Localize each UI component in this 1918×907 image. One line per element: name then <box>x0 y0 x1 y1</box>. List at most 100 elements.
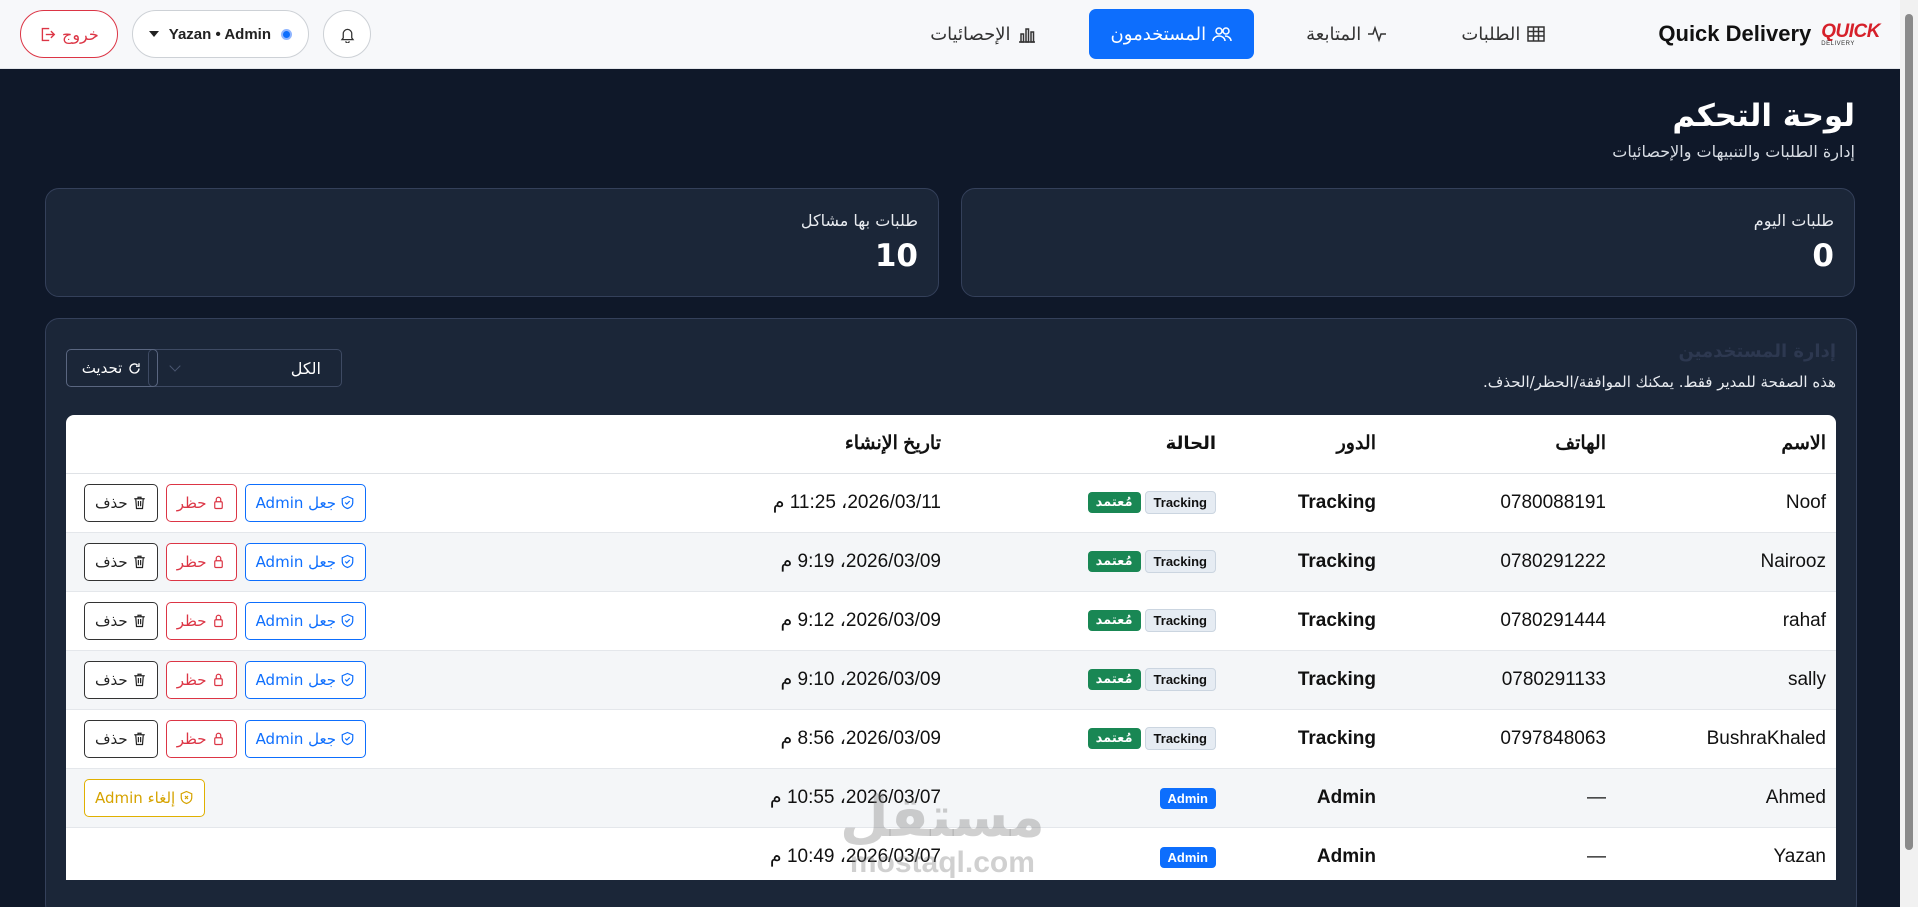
logo: QUICK DELIVERY <box>1821 22 1880 47</box>
trash-icon <box>133 496 145 510</box>
cell-actions <box>66 827 671 880</box>
stat-value: 0 <box>1812 238 1834 274</box>
logout-button[interactable]: خروج <box>20 10 118 58</box>
make-admin-label: جعل Admin <box>255 670 337 689</box>
col-name: الاسم <box>1606 415 1836 474</box>
make-admin-button[interactable]: جعل Admin <box>244 542 367 581</box>
stat-label: طلبات بها مشاكل <box>800 211 918 230</box>
scrollbar-thumb[interactable] <box>1905 14 1913 850</box>
delete-label: حذف <box>95 552 128 571</box>
table-row: BushraKhaled 0797848063 Tracking Trackingمُ… <box>66 709 1836 769</box>
brand-name: Quick Delivery <box>1658 21 1812 46</box>
brand[interactable]: QUICK DELIVERY Quick Delivery <box>1658 21 1880 47</box>
role-badge: Admin <box>1159 846 1216 868</box>
approved-badge: مُعتمد <box>1087 669 1141 690</box>
cell-name: Noof <box>1606 473 1836 533</box>
role-badge: Tracking <box>1144 668 1216 691</box>
ban-label: حظر <box>176 552 207 571</box>
nav-users-label: المستخدمون <box>1110 23 1207 45</box>
cell-name: rahaf <box>1606 591 1836 651</box>
trash-icon <box>133 614 145 628</box>
cell-actions: جعل Admin حظر حذف <box>66 591 671 651</box>
user-menu-button[interactable]: Yazan • Admin <box>131 10 309 58</box>
table-row: Yazan — Admin Admin 2026/03/07، 10:49 م <box>66 827 1836 880</box>
refresh-button[interactable]: تحديث <box>66 349 158 387</box>
delete-button[interactable]: حذف <box>84 601 158 640</box>
page-header: لوحة التحكم إدارة الطلبات والتنبيهات وال… <box>1612 98 1855 161</box>
cell-phone: 0780291222 <box>1376 532 1606 592</box>
role-filter-select[interactable]: الكل <box>148 349 342 387</box>
users-table: الاسم الهاتف الدور الحالة تاريخ الإنشاء … <box>66 415 1836 880</box>
panel-title: إدارة المستخدمين <box>1678 341 1836 362</box>
ban-label: حظر <box>176 611 207 630</box>
table-icon <box>1527 26 1546 42</box>
cell-status: Admin <box>941 768 1216 828</box>
cell-phone: — <box>1376 768 1606 828</box>
stat-card-problem-orders: طلبات بها مشاكل 10 <box>45 188 939 297</box>
shield-icon <box>341 613 354 628</box>
nav-users[interactable]: المستخدمون <box>1088 9 1255 59</box>
col-role: الدور <box>1216 415 1376 474</box>
table-row: Nairooz 0780291222 Tracking Trackingمُعتمد 2… <box>66 532 1836 592</box>
cell-status: Trackingمُعتمد <box>941 473 1216 533</box>
cell-role: Tracking <box>1216 532 1376 592</box>
delete-button[interactable]: حذف <box>84 719 158 758</box>
logo-text-bottom: DELIVERY <box>1821 40 1855 47</box>
lock-icon <box>213 614 223 628</box>
cell-created: 2026/03/07، 10:55 م <box>671 768 941 828</box>
activity-icon <box>1368 25 1387 43</box>
cell-name: Yazan <box>1606 827 1836 880</box>
online-status-icon <box>281 28 292 40</box>
delete-label: حذف <box>95 729 128 748</box>
lock-icon <box>213 555 223 569</box>
logo-text-top: QUICK <box>1821 20 1880 42</box>
revoke-admin-label: إلغاء Admin <box>95 788 176 807</box>
table-row: Ahmed — Admin Admin 2026/03/07، 10:55 م إلغاء… <box>66 768 1836 828</box>
stat-value: 10 <box>874 238 918 274</box>
chevron-down-icon <box>148 31 159 37</box>
shield-icon <box>341 495 354 510</box>
delete-button[interactable]: حذف <box>84 483 158 522</box>
nav-tracking[interactable]: المتابعة <box>1284 9 1409 59</box>
cell-actions: جعل Admin حظر حذف <box>66 709 671 769</box>
cell-name: sally <box>1606 650 1836 710</box>
approved-badge: مُعتمد <box>1087 551 1141 572</box>
bell-icon <box>340 28 354 43</box>
bar-chart-icon <box>1018 28 1035 43</box>
cell-actions: إلغاء Admin <box>66 768 671 828</box>
make-admin-button[interactable]: جعل Admin <box>244 660 367 699</box>
cell-created: 2026/03/09، 9:19 م <box>671 532 941 592</box>
ban-button[interactable]: حظر <box>165 601 237 640</box>
shield-off-icon <box>180 790 193 805</box>
nav-orders[interactable]: الطلبات <box>1439 9 1568 59</box>
delete-label: حذف <box>95 670 128 689</box>
make-admin-button[interactable]: جعل Admin <box>244 601 367 640</box>
delete-button[interactable]: حذف <box>84 660 158 699</box>
page-scrollbar[interactable] <box>1900 0 1918 907</box>
cell-phone: 0797848063 <box>1376 709 1606 769</box>
revoke-admin-button[interactable]: إلغاء Admin <box>84 778 206 817</box>
nav-stats[interactable]: الإحصائيات <box>908 9 1058 59</box>
chevron-down-icon <box>169 360 181 372</box>
nav-right: خروج Yazan • Admin <box>20 10 371 58</box>
ban-button[interactable]: حظر <box>165 719 237 758</box>
delete-button[interactable]: حذف <box>84 542 158 581</box>
make-admin-button[interactable]: جعل Admin <box>244 719 367 758</box>
ban-button[interactable]: حظر <box>165 542 237 581</box>
trash-icon <box>133 555 145 569</box>
cell-phone: 0780088191 <box>1376 473 1606 533</box>
approved-badge: مُعتمد <box>1087 728 1141 749</box>
cell-role: Admin <box>1216 827 1376 880</box>
cell-actions: جعل Admin حظر حذف <box>66 532 671 592</box>
delete-label: حذف <box>95 493 128 512</box>
people-icon <box>1212 27 1232 42</box>
ban-button[interactable]: حظر <box>165 483 237 522</box>
shield-icon <box>341 731 354 746</box>
cell-role: Admin <box>1216 768 1376 828</box>
stat-label: طلبات اليوم <box>1753 211 1834 230</box>
nav-orders-label: الطلبات <box>1461 23 1521 45</box>
page-subtitle: إدارة الطلبات والتنبيهات والإحصائيات <box>1612 142 1855 161</box>
make-admin-button[interactable]: جعل Admin <box>244 483 367 522</box>
ban-button[interactable]: حظر <box>165 660 237 699</box>
notifications-button[interactable] <box>323 10 371 58</box>
